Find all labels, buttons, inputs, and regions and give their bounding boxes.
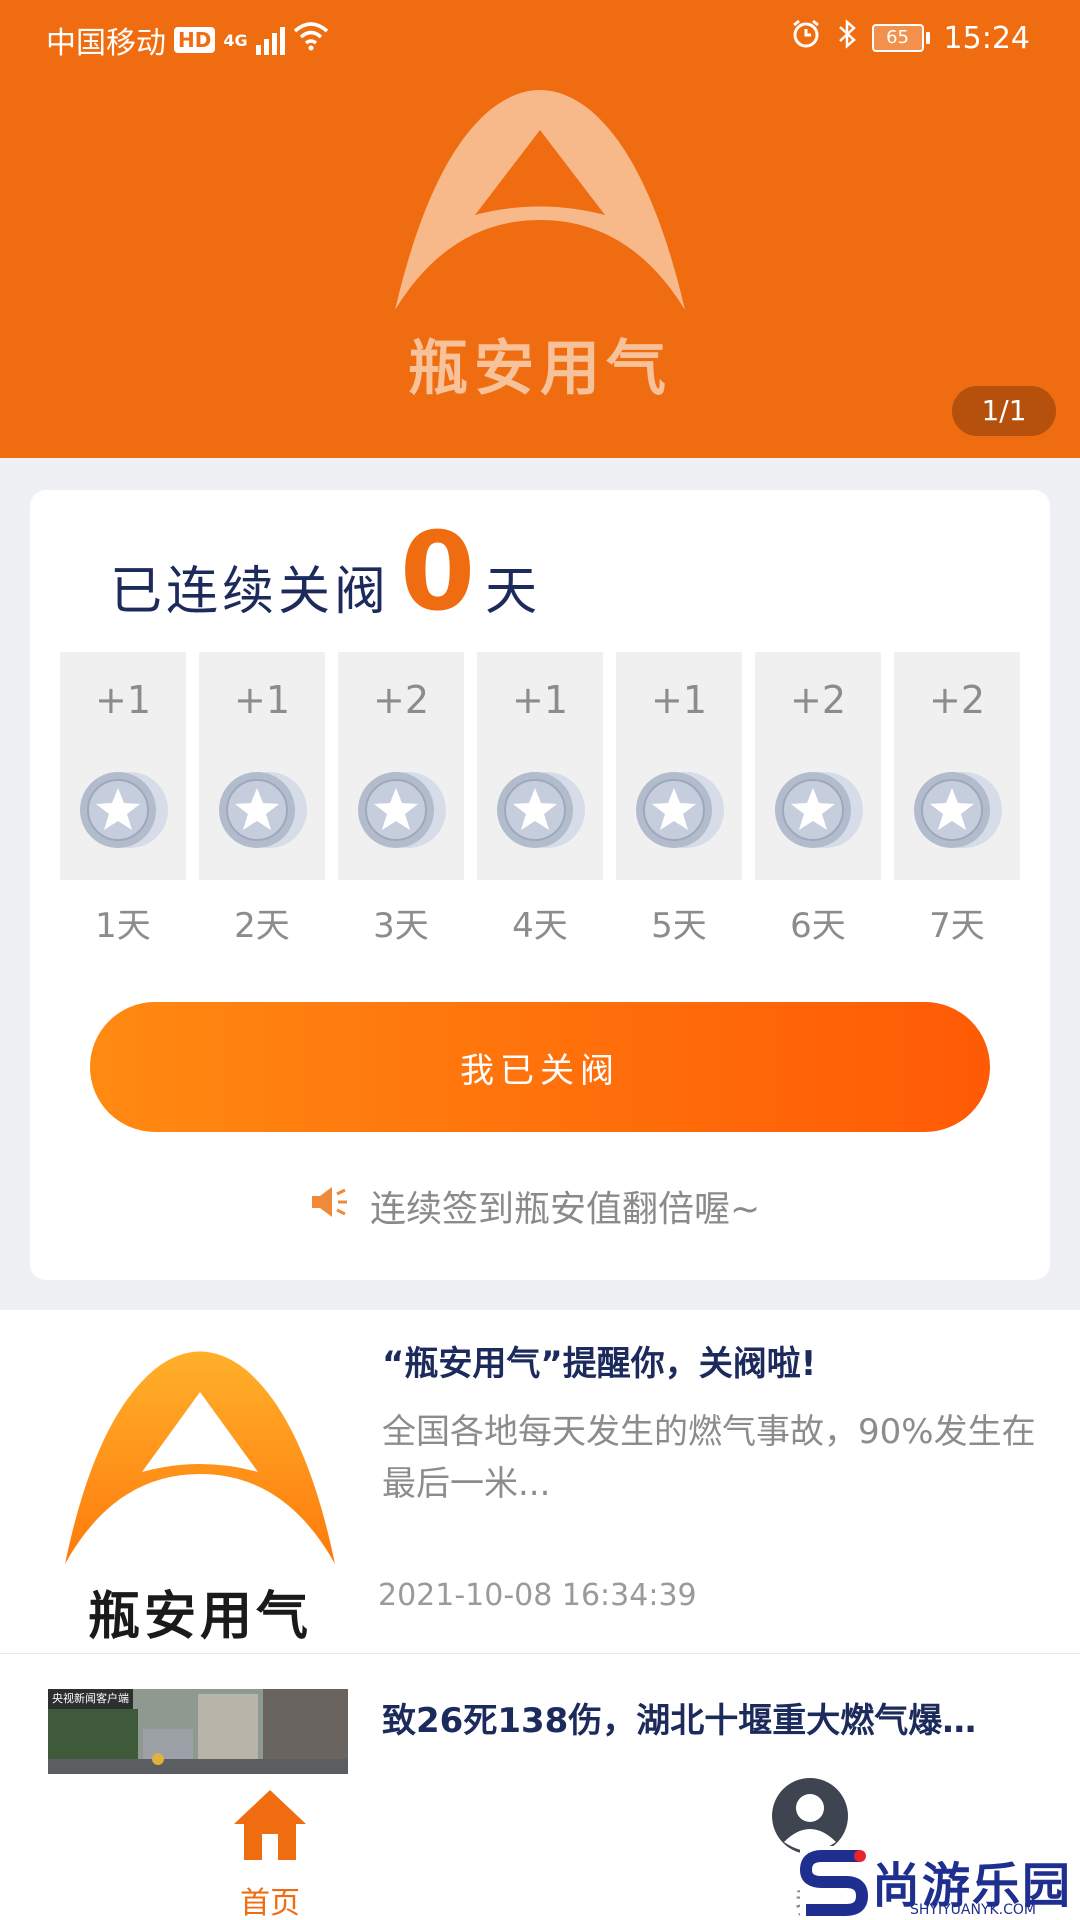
banner[interactable]: 中国移动 HD 4G 65 15:24 瓶安用气 1/1 (0, 0, 1080, 458)
valve-closed-button[interactable]: 我已关阀 (90, 1002, 990, 1132)
network-type: 4G (223, 30, 248, 50)
thumbnail-source-badge: 央视新闻客户端 (48, 1689, 133, 1709)
day-bonus: +2 (372, 678, 430, 722)
day-bonus: +1 (94, 678, 152, 722)
thumbnail-logo-text: 瓶安用气 (87, 1587, 312, 1647)
nav-home-label: 首页 (240, 1886, 300, 1920)
star-coin-icon (630, 768, 730, 856)
day-tile-3: +2 (338, 652, 464, 880)
banner-logo-text: 瓶安用气 (408, 334, 672, 404)
day-tile-5: +1 (616, 652, 742, 880)
news-title: “瓶安用气”提醒你，关阀啦! (382, 1344, 817, 1384)
star-coin-icon (491, 768, 591, 856)
news-thumbnail: 央视新闻客户端 (48, 1689, 348, 1774)
hd-badge: HD (174, 27, 216, 53)
day-label: 3天 (373, 906, 429, 946)
home-icon (234, 1790, 306, 1860)
site-watermark: 尚游乐园 SHYIYUANYK.COM (800, 1846, 1080, 1920)
day-tile-4: +1 (477, 652, 603, 880)
news-summary: 全国各地每天发生的燃气事故，90%发生在最后一米... (382, 1412, 1036, 1504)
streak-prefix: 已连续关阀 (110, 562, 391, 622)
day-tile-7: +2 (894, 652, 1020, 880)
checkin-tip-text: 连续签到瓶安值翻倍喔~ (370, 1189, 761, 1230)
star-coin-icon (213, 768, 313, 856)
day-label: 2天 (234, 906, 290, 946)
watermark-url: SHYIYUANYK.COM (910, 1902, 1036, 1918)
checkin-tip: 连续签到瓶安值翻倍喔~ (310, 1180, 760, 1232)
bluetooth-icon (836, 18, 858, 58)
streak-heading: 已连续关阀 0 天 (110, 510, 541, 635)
day-bonus: +2 (789, 678, 847, 722)
nav-home[interactable]: 首页 (230, 1786, 310, 1920)
app-logo-icon (65, 1351, 335, 1564)
star-coin-icon (908, 768, 1008, 856)
day-bonus: +1 (233, 678, 291, 722)
wifi-icon (293, 21, 329, 59)
news-title: 致26死138伤，湖北十堰重大燃气爆… (382, 1701, 977, 1741)
day-tile-1: +1 (60, 652, 186, 880)
day-bonus: +2 (928, 678, 986, 722)
news-thumbnail: 瓶安用气 (60, 1334, 340, 1647)
banner-logo-icon (390, 70, 690, 324)
streak-suffix: 天 (485, 562, 542, 622)
day-bonus: +1 (650, 678, 708, 722)
battery-icon: 65 (871, 24, 930, 52)
watermark-logo-icon (800, 1850, 869, 1916)
speaker-icon (310, 1184, 350, 1229)
battery-level: 65 (871, 24, 924, 52)
news-item[interactable]: 央视新闻客户端 致26死138伤，湖北十堰重大燃气爆… (0, 1655, 1080, 1795)
day-bonus: +1 (511, 678, 569, 722)
day-tile-6: +2 (755, 652, 881, 880)
clock-time: 15:24 (943, 20, 1030, 56)
alarm-icon (790, 18, 822, 58)
streak-count: 0 (400, 510, 476, 635)
carrier-name: 中国移动 (46, 26, 166, 61)
day-tile-2: +1 (199, 652, 325, 880)
status-bar: 中国移动 HD 4G 65 15:24 (0, 0, 1080, 76)
day-label: 7天 (929, 906, 985, 946)
news-time: 2021-10-08 16:34:39 (378, 1578, 697, 1613)
checkin-card: 已连续关阀 0 天 +1 1天 +1 2天 +2 3天 +1 4天 +1 5天 +2 6天 +2 7天 我… (30, 490, 1050, 1280)
day-label: 5天 (651, 906, 707, 946)
star-coin-icon (769, 768, 869, 856)
page-indicator: 1/1 (952, 386, 1056, 436)
signal-icon (255, 25, 285, 55)
day-label: 6天 (790, 906, 846, 946)
star-coin-icon (74, 768, 174, 856)
day-label: 4天 (512, 906, 568, 946)
news-item[interactable]: 瓶安用气 “瓶安用气”提醒你，关阀啦! 全国各地每天发生的燃气事故，90%发生在… (0, 1310, 1080, 1654)
day-label: 1天 (95, 906, 151, 946)
star-coin-icon (352, 768, 452, 856)
